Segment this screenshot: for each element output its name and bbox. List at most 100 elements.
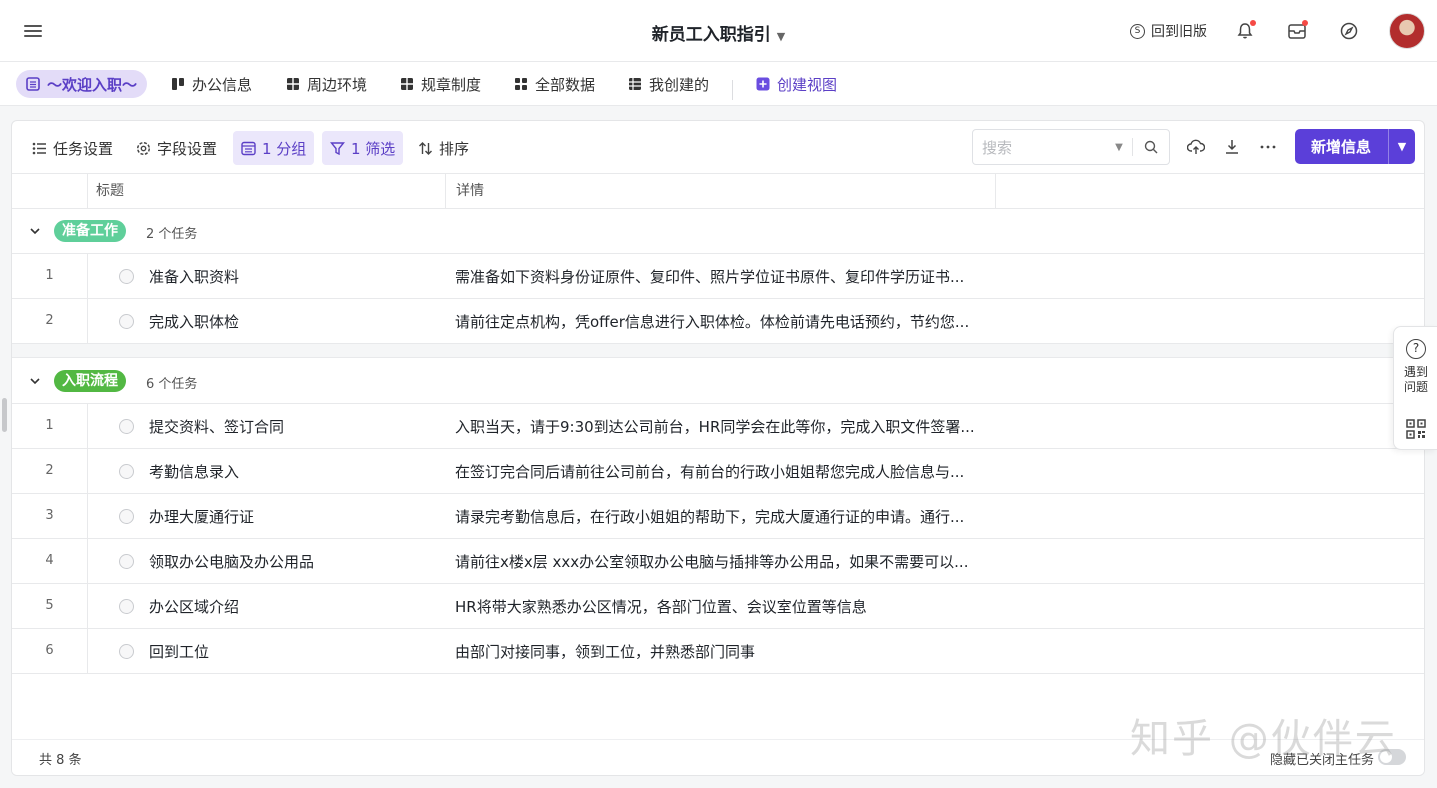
row-detail[interactable]: 请录完考勤信息后，在行政小姐姐的帮助下，完成大厦通行证的申请。通行... (455, 506, 995, 527)
tab-label: ～欢迎入职～ (47, 75, 138, 94)
group-badge: 入职流程 (54, 370, 126, 392)
row-index: 3 (45, 508, 54, 523)
help-icon[interactable]: ? (1406, 339, 1426, 359)
field-settings-button[interactable]: 字段设置 (128, 131, 225, 165)
chevron-down-icon[interactable]: ▼ (1389, 140, 1415, 153)
table-row[interactable]: 1 提交资料、签订合同 入职当天，请于9:30到达公司前台，HR同学会在此等你，完成… (12, 404, 1424, 449)
row-title[interactable]: 回到工位 (149, 641, 209, 662)
inbox-icon[interactable] (1285, 19, 1309, 43)
tab-surroundings[interactable]: 周边环境 (286, 70, 367, 98)
qrcode-icon[interactable] (1406, 419, 1426, 443)
search-icon[interactable] (1133, 140, 1169, 154)
table-row[interactable]: 2 完成入职体检 请前往定点机构，凭offer信息进行入职体检。体检前请先电话预约，… (12, 299, 1424, 344)
task-settings-label: 任务设置 (53, 139, 114, 158)
row-title[interactable]: 完成入职体检 (149, 311, 239, 332)
row-index: 5 (45, 598, 54, 613)
row-detail[interactable]: 请前往x楼x层 xxx办公室领取办公电脑与插排等办公用品，如果不需要可以... (455, 551, 995, 572)
status-checkbox[interactable] (119, 509, 134, 524)
sort-icon (419, 141, 432, 155)
sort-button[interactable]: 排序 (410, 131, 477, 165)
header-actions: S 回到旧版 (1130, 12, 1425, 50)
help-label[interactable]: 遇到问题 (1394, 365, 1437, 395)
table-row[interactable]: 6 回到工位 由部门对接同事，领到工位，并熟悉部门同事 (12, 629, 1424, 674)
notification-bell-icon[interactable] (1233, 19, 1257, 43)
search-box[interactable]: 搜索 ▼ (972, 129, 1170, 165)
chevron-down-icon[interactable]: ▼ (1106, 142, 1132, 153)
tab-welcome[interactable]: ～欢迎入职～ (16, 70, 148, 98)
status-checkbox[interactable] (119, 269, 134, 284)
table-row[interactable]: 2 考勤信息录入 在签订完合同后请前往公司前台，有前台的行政小姐姐帮您完成人脸信息与… (12, 449, 1424, 494)
more-icon[interactable] (1258, 137, 1278, 157)
group-header: 准备工作 2 个任务 (12, 209, 1424, 254)
tab-label: 办公信息 (192, 75, 253, 94)
view-tabs: ～欢迎入职～ 办公信息 周边环境 规章制度 全部数据 我创建的 创建视图 (0, 62, 1437, 106)
row-title[interactable]: 办理大厦通行证 (149, 506, 254, 527)
grid-icon (515, 78, 527, 90)
column-divider (87, 404, 88, 449)
table-row[interactable]: 5 办公区域介绍 HR将带大家熟悉办公区情况，各部门位置、会议室位置等信息 (12, 584, 1424, 629)
row-detail[interactable]: 请前往定点机构，凭offer信息进行入职体检。体检前请先电话预约，节约您... (455, 311, 995, 332)
filter-button[interactable]: 1 筛选 (322, 131, 404, 165)
status-checkbox[interactable] (119, 464, 134, 479)
old-version-button[interactable]: S 回到旧版 (1130, 21, 1207, 41)
chevron-down-icon[interactable] (28, 224, 42, 238)
table-icon (401, 78, 413, 90)
row-title[interactable]: 办公区域介绍 (149, 596, 239, 617)
tab-office-info[interactable]: 办公信息 (171, 70, 252, 98)
avatar[interactable] (1389, 13, 1425, 49)
row-title[interactable]: 领取办公电脑及办公用品 (149, 551, 314, 572)
field-settings-label: 字段设置 (157, 139, 218, 158)
upload-icon[interactable] (1186, 137, 1206, 157)
chevron-down-icon: ▼ (776, 30, 786, 43)
row-title[interactable]: 考勤信息录入 (149, 461, 239, 482)
create-view-button[interactable]: 创建视图 (756, 70, 837, 98)
column-divider (87, 174, 88, 209)
row-index: 2 (45, 463, 54, 478)
group-label: 1 分组 (262, 139, 307, 158)
table-row[interactable]: 3 办理大厦通行证 请录完考勤信息后，在行政小姐姐的帮助下，完成大厦通行证的申请。通… (12, 494, 1424, 539)
row-detail[interactable]: 需准备如下资料身份证原件、复印件、照片学位证书原件、复印件学历证书... (455, 266, 995, 287)
task-settings-button[interactable]: 任务设置 (24, 131, 121, 165)
table-header: 标题 详情 (12, 174, 1424, 209)
row-detail[interactable]: 在签订完合同后请前往公司前台，有前台的行政小姐姐帮您完成人脸信息与... (455, 461, 995, 482)
notification-dot (1250, 20, 1256, 26)
status-checkbox[interactable] (119, 314, 134, 329)
status-checkbox[interactable] (119, 554, 134, 569)
row-title[interactable]: 准备入职资料 (149, 266, 239, 287)
column-divider (87, 539, 88, 584)
download-icon[interactable] (1222, 137, 1242, 157)
tab-created-by-me[interactable]: 我创建的 (628, 70, 709, 98)
group-header: 入职流程 6 个任务 (12, 359, 1424, 404)
column-divider (87, 494, 88, 539)
total-count: 共 8 条 (39, 753, 82, 768)
compass-icon[interactable] (1337, 19, 1361, 43)
row-detail[interactable]: HR将带大家熟悉办公区情况，各部门位置、会议室位置等信息 (455, 596, 995, 617)
table-row[interactable]: 4 领取办公电脑及办公用品 请前往x楼x层 xxx办公室领取办公电脑与插排等办公用品… (12, 539, 1424, 584)
row-index: 4 (45, 553, 54, 568)
add-record-button[interactable]: 新增信息 ▼ (1295, 129, 1415, 164)
table-toolbar: 任务设置 字段设置 1 分组 1 筛选 排序 搜索 ▼ 新增信息 ▼ (12, 121, 1424, 174)
tab-rules[interactable]: 规章制度 (400, 70, 481, 98)
plus-square-icon (756, 77, 770, 91)
scrollbar-handle[interactable] (2, 398, 7, 432)
status-checkbox[interactable] (119, 599, 134, 614)
row-index: 2 (45, 313, 54, 328)
tab-all-data[interactable]: 全部数据 (514, 70, 595, 98)
group-gap (12, 344, 1424, 358)
column-header-title[interactable]: 标题 (96, 174, 124, 209)
row-title[interactable]: 提交资料、签订合同 (149, 416, 284, 437)
row-detail[interactable]: 由部门对接同事，领到工位，并熟悉部门同事 (455, 641, 995, 662)
tab-label: 我创建的 (649, 75, 710, 94)
status-checkbox[interactable] (119, 419, 134, 434)
watermark: 知乎 @伙伴云 (1130, 716, 1397, 762)
row-index: 6 (45, 643, 54, 658)
status-checkbox[interactable] (119, 644, 134, 659)
tab-label: 全部数据 (535, 75, 596, 94)
chevron-down-icon[interactable] (28, 374, 42, 388)
column-header-detail[interactable]: 详情 (456, 174, 484, 209)
search-input[interactable]: 搜索 (973, 137, 1106, 158)
group-count: 2 个任务 (146, 227, 198, 242)
table-row[interactable]: 1 准备入职资料 需准备如下资料身份证原件、复印件、照片学位证书原件、复印件学历证书… (12, 254, 1424, 299)
group-button[interactable]: 1 分组 (233, 131, 315, 165)
row-detail[interactable]: 入职当天，请于9:30到达公司前台，HR同学会在此等你，完成入职文件签署... (455, 416, 995, 437)
